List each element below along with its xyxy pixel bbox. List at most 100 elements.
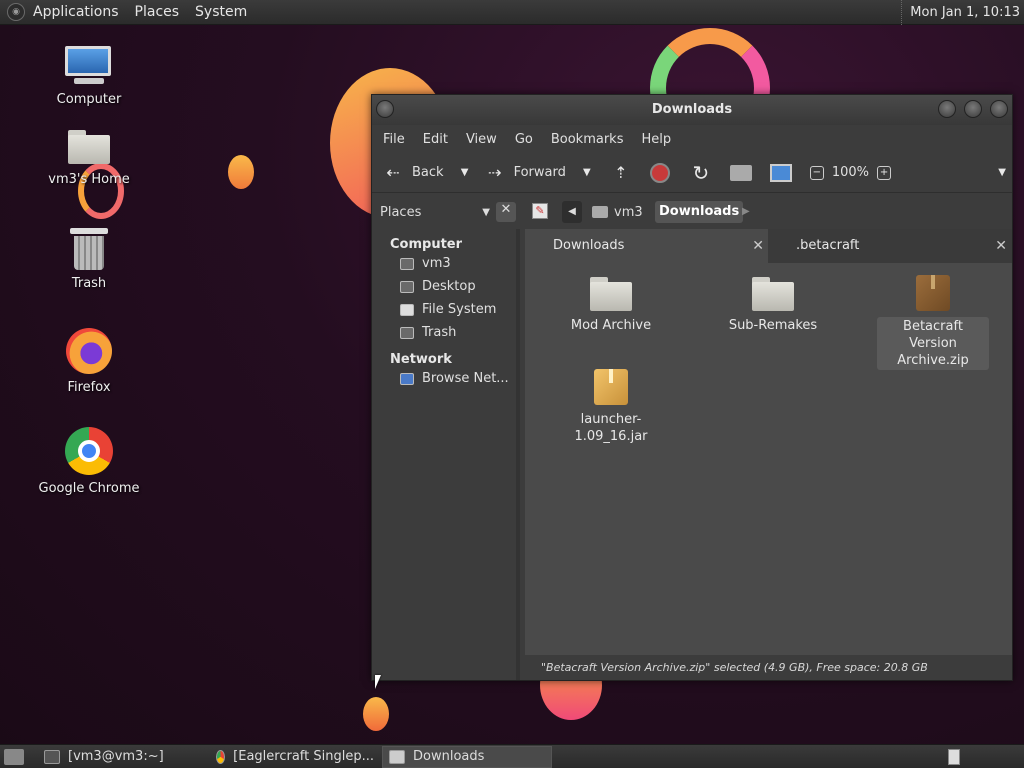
bottom-panel: [vm3@vm3:~] [Eaglercraft Singlep... Down…: [0, 744, 1024, 768]
computer-icon: [65, 46, 113, 86]
path-right-arrow-icon[interactable]: ▶: [742, 201, 750, 223]
desktop-icon-computer[interactable]: Computer: [29, 46, 149, 107]
file-item-selected[interactable]: Betacraft Version Archive.zip: [868, 273, 998, 370]
sidebar-item-filesystem[interactable]: File System: [372, 298, 516, 321]
workspace-switcher[interactable]: [948, 748, 960, 765]
forward-arrow-icon: ⇢: [487, 163, 502, 182]
file-item[interactable]: launcher-1.09_16.jar: [546, 367, 676, 445]
zoom-out-icon[interactable]: −: [809, 165, 824, 180]
tab-downloads[interactable]: Downloads ✕: [525, 229, 768, 263]
desktop-icon-firefox[interactable]: Firefox: [29, 328, 149, 395]
edit-location-icon[interactable]: ✎: [532, 203, 548, 219]
task-label: [Eaglercraft Singlep...: [233, 749, 374, 764]
window-titlebar[interactable]: Downloads: [372, 95, 1012, 125]
desktop-icon-chrome[interactable]: Google Chrome: [29, 427, 149, 496]
firefox-icon: [66, 328, 112, 374]
decor-blob: [228, 155, 254, 189]
archive-icon: [916, 275, 950, 311]
places-sidebar: Computer vm3 Desktop File System Trash N…: [372, 229, 520, 680]
show-desktop-icon[interactable]: [4, 748, 24, 765]
path-segment-downloads[interactable]: Downloads: [655, 201, 744, 223]
file-item[interactable]: Sub-Remakes: [708, 273, 838, 334]
network-icon: [400, 372, 414, 385]
zoom-level: 100%: [831, 165, 870, 180]
back-button[interactable]: ⇠ Back: [382, 163, 443, 182]
task-terminal[interactable]: [vm3@vm3:~]: [38, 746, 208, 768]
sidebar-item-label: Desktop: [422, 279, 476, 294]
menu-help[interactable]: Help: [632, 132, 680, 147]
system-menu[interactable]: System: [187, 0, 255, 25]
sidebar-item-label: Browse Net...: [422, 371, 509, 386]
stop-icon[interactable]: [649, 162, 670, 183]
desktop-folder-icon: [400, 280, 414, 293]
terminal-icon: [44, 749, 60, 764]
sidebar-heading-network: Network: [390, 352, 452, 367]
zoom-in-icon[interactable]: +: [877, 165, 892, 180]
task-downloads[interactable]: Downloads: [382, 745, 552, 768]
file-name: Mod Archive: [570, 318, 652, 333]
close-sidebar-icon[interactable]: ✕: [496, 202, 516, 222]
up-arrow-icon[interactable]: ⇡: [610, 163, 632, 182]
forward-history-dropdown-icon[interactable]: ▼: [580, 167, 594, 178]
desktop-icon-home[interactable]: vm3's Home: [29, 130, 149, 187]
toolbar-overflow-icon[interactable]: ▼: [998, 167, 1006, 178]
back-arrow-icon: ⇠: [386, 163, 400, 182]
computer-icon[interactable]: [769, 163, 792, 182]
back-history-dropdown-icon[interactable]: ▼: [458, 167, 472, 178]
close-button[interactable]: [990, 100, 1008, 118]
file-name: Sub-Remakes: [728, 318, 818, 333]
sidebar-item-vm3[interactable]: vm3: [372, 252, 516, 275]
forward-label: Forward: [513, 165, 566, 180]
home-icon[interactable]: [729, 164, 752, 181]
reload-icon[interactable]: ↻: [690, 161, 712, 185]
applications-menu[interactable]: Applications: [25, 0, 127, 25]
task-label: Downloads: [413, 749, 485, 764]
path-left-arrow-icon[interactable]: ◀: [562, 201, 582, 223]
dropdown-arrow-icon: ▼: [482, 206, 490, 218]
path-segment-vm3[interactable]: vm3: [592, 201, 643, 223]
window-title: Downloads: [651, 102, 733, 117]
toolbar: ⇠ Back ▼ ⇢ Forward ▼ ⇡ ↻ − 100% + ▼: [372, 153, 1012, 193]
menu-file[interactable]: File: [374, 132, 414, 147]
maximize-button[interactable]: [964, 100, 982, 118]
close-tab-icon[interactable]: ✕: [752, 229, 764, 263]
chrome-icon: [216, 749, 226, 764]
folder-icon: [752, 277, 794, 311]
sidebar-item-browse-network[interactable]: Browse Net...: [372, 367, 516, 390]
desktop-icon-label: Computer: [56, 92, 122, 107]
file-name: Betacraft Version Archive.zip: [877, 317, 989, 370]
task-chrome[interactable]: [Eaglercraft Singlep...: [210, 746, 380, 768]
file-name: launcher-1.09_16.jar: [574, 412, 648, 444]
minimize-button[interactable]: [938, 100, 956, 118]
menu-edit[interactable]: Edit: [414, 132, 457, 147]
chrome-icon: [65, 427, 113, 475]
menu-bookmarks[interactable]: Bookmarks: [542, 132, 633, 147]
tab-bar: Downloads ✕ .betacraft ✕: [525, 229, 1012, 263]
window-menu-button[interactable]: [376, 100, 394, 118]
filesystem-icon: [400, 303, 414, 316]
places-selector[interactable]: Places ▼ ✕: [376, 201, 516, 223]
sidebar-item-trash[interactable]: Trash: [372, 321, 516, 344]
status-bar: "Betacraft Version Archive.zip" selected…: [525, 655, 1012, 680]
clock[interactable]: Mon Jan 1, 10:13: [901, 0, 1020, 25]
sidebar-item-desktop[interactable]: Desktop: [372, 275, 516, 298]
places-menu[interactable]: Places: [127, 0, 188, 25]
desktop-icon-label: Firefox: [67, 380, 111, 395]
task-label: [vm3@vm3:~]: [68, 749, 164, 764]
desktop-icon-trash[interactable]: Trash: [29, 228, 149, 291]
sidebar-heading-computer: Computer: [390, 237, 463, 252]
tab-betacraft[interactable]: .betacraft ✕: [768, 229, 1011, 263]
desktop-icon-label: Google Chrome: [38, 481, 140, 496]
menu-view[interactable]: View: [457, 132, 506, 147]
system-logo-icon[interactable]: ◉: [7, 3, 25, 21]
tab-label: .betacraft: [796, 238, 860, 253]
tab-label: Downloads: [553, 238, 625, 253]
top-panel: ◉ Applications Places System Mon Jan 1, …: [0, 0, 1024, 25]
close-tab-icon[interactable]: ✕: [995, 229, 1007, 263]
file-item[interactable]: Mod Archive: [546, 273, 676, 334]
file-view: Downloads ✕ .betacraft ✕ Mod Archive Sub…: [525, 229, 1012, 655]
trash-icon: [70, 228, 108, 270]
menu-go[interactable]: Go: [506, 132, 542, 147]
forward-button[interactable]: ⇢ Forward: [484, 163, 566, 182]
desktop-icon-label: vm3's Home: [48, 172, 130, 187]
